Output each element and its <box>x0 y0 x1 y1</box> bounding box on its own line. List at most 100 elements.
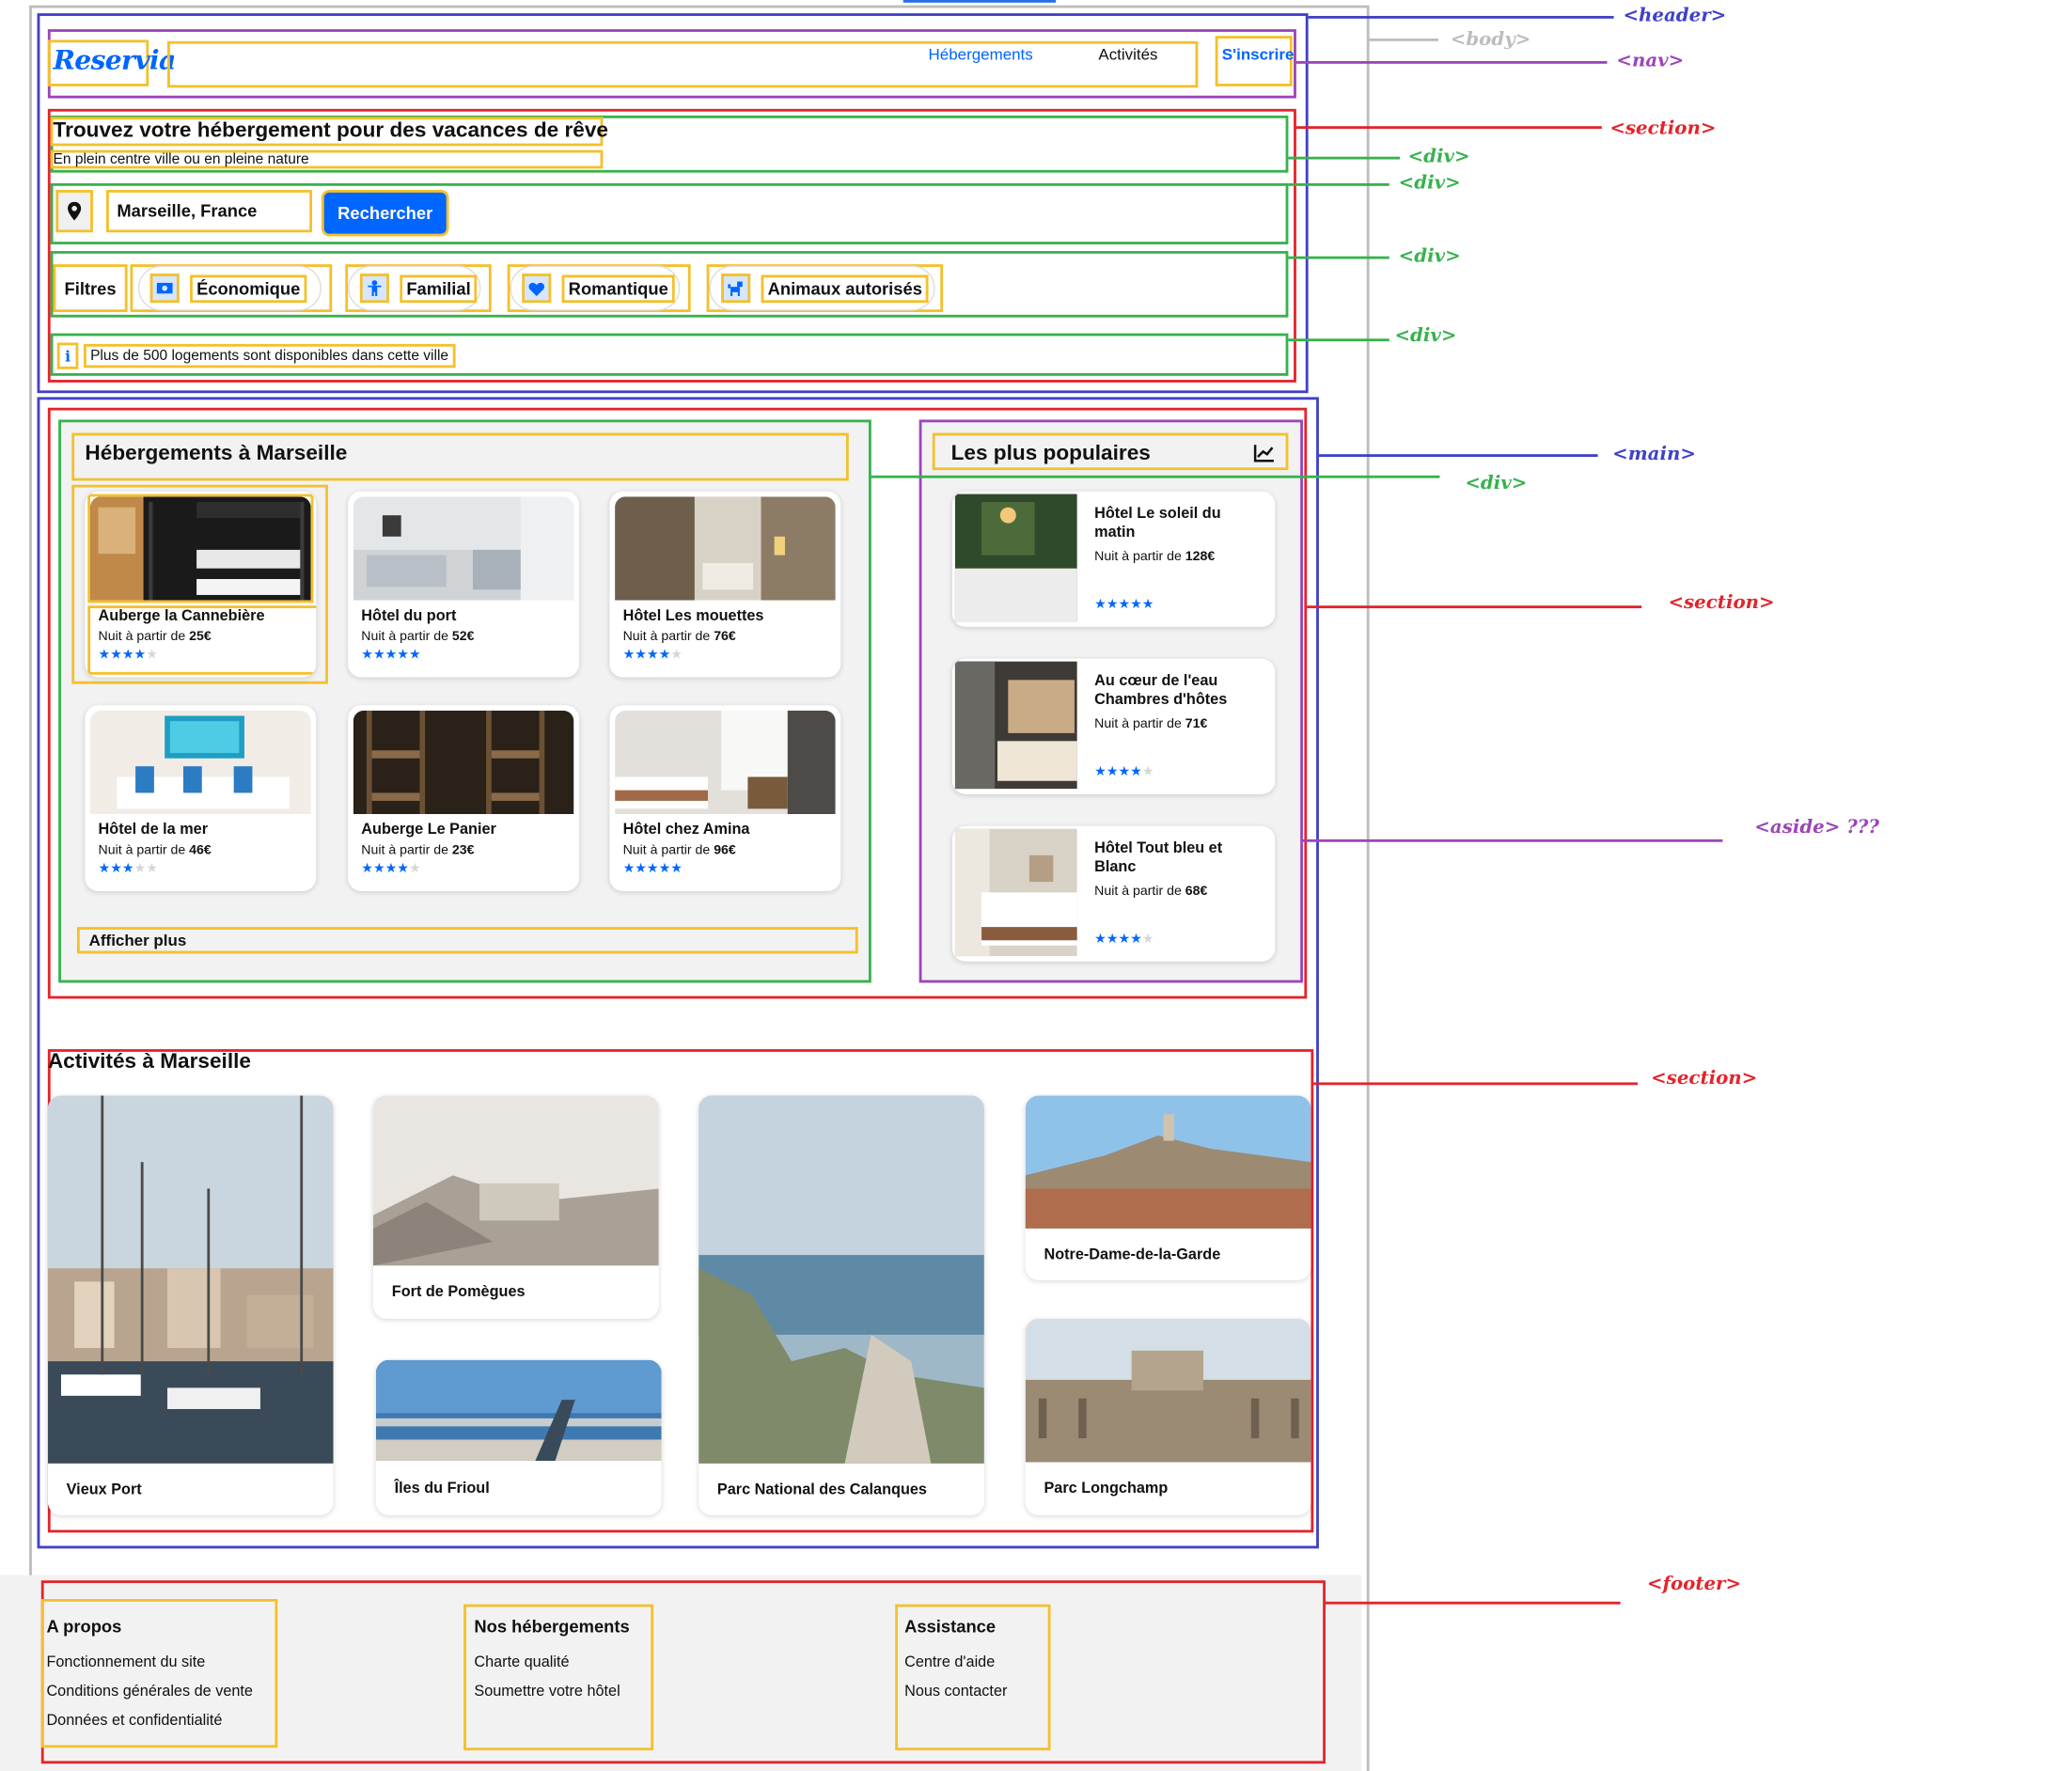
annotation-div-3: <div> <box>1398 245 1461 267</box>
leader-div-4 <box>1288 338 1389 342</box>
activity-photo-calanques <box>699 1095 984 1464</box>
card-photo-sea-room <box>90 710 311 815</box>
activity-card[interactable]: Îles du Frioul <box>375 1359 662 1516</box>
leader-main <box>1318 454 1598 458</box>
popular-rating: ★★★★★ <box>1094 765 1154 780</box>
filter-label-animaux: Animaux autorisés <box>761 274 930 303</box>
card-price: Nuit à partir de 96€ <box>622 843 736 858</box>
popular-photo-blue-white <box>954 828 1077 957</box>
popular-rating: ★★★★★ <box>1094 598 1154 613</box>
footer-link[interactable]: Données et confidentialité <box>46 1714 222 1730</box>
activity-name: Parc Longchamp <box>1044 1481 1169 1497</box>
show-more-button[interactable]: Afficher plus <box>76 927 858 954</box>
card-name: Hôtel Les mouettes <box>622 608 764 625</box>
stars-filled: ★★★ <box>98 861 134 877</box>
popular-name: Hôtel Tout bleu et Blanc <box>1094 840 1223 876</box>
dog-icon <box>721 274 751 304</box>
activity-photo-frioul <box>375 1359 662 1462</box>
stars-filled: ★★★★★ <box>1094 597 1154 613</box>
activity-card[interactable]: Notre-Dame-de-la-Garde <box>1025 1095 1311 1280</box>
card-price: Nuit à partir de 25€ <box>98 629 212 645</box>
annotation-aside: <aside> ??? <box>1754 816 1880 838</box>
accommodations-title: Hébergements à Marseille <box>85 442 348 465</box>
footer-link[interactable]: Conditions générales de vente <box>46 1684 252 1700</box>
search-button[interactable]: Rechercher <box>321 190 449 237</box>
footer-link[interactable]: Fonctionnement du site <box>46 1654 205 1670</box>
filter-label-romantique: Romantique <box>561 274 675 303</box>
top-accent-bar <box>903 0 1057 3</box>
leader-div-3 <box>1288 256 1389 259</box>
stars-filled: ★★★★ <box>361 861 409 877</box>
card-name: Hôtel chez Amina <box>622 822 750 838</box>
activity-name: Notre-Dame-de-la-Garde <box>1044 1246 1221 1263</box>
activity-photo-fort <box>372 1095 659 1266</box>
nav-link-activites[interactable]: Activités <box>1098 45 1157 64</box>
activity-card[interactable]: Parc National des Calanques <box>699 1095 984 1516</box>
leader-div-1 <box>1288 156 1401 160</box>
footer-link[interactable]: Charte qualité <box>474 1654 569 1670</box>
accommodation-card[interactable]: Auberge la Cannebière Nuit à partir de 2… <box>85 491 317 678</box>
location-input[interactable]: Marseille, France <box>106 190 313 233</box>
logo[interactable]: Reservia <box>54 44 177 76</box>
card-photo-bunks <box>353 710 574 815</box>
footer-title-assistance: Assistance <box>904 1616 997 1637</box>
activity-photo-longchamp <box>1025 1318 1311 1463</box>
card-price: Nuit à partir de 23€ <box>361 843 475 858</box>
footer-link[interactable]: Nous contacter <box>904 1684 1007 1700</box>
leader-header <box>1308 15 1614 19</box>
accommodation-card[interactable]: Hôtel chez Amina Nuit à partir de 96€ ★★… <box>609 705 841 891</box>
activity-photo-vieux-port <box>47 1095 334 1464</box>
popular-name: Hôtel Le soleil du matin <box>1094 506 1221 541</box>
popular-photo-green-room <box>954 494 1077 622</box>
popular-price: Nuit à partir de 71€ <box>1094 716 1208 732</box>
popular-card[interactable]: Hôtel Tout bleu et Blanc Nuit à partir d… <box>951 825 1276 962</box>
wireframe-document: Reservia Hébergements Activités S'inscri… <box>0 0 2072 1771</box>
card-rating: ★★★★★ <box>99 862 158 877</box>
popular-card[interactable]: Hôtel Le soleil du matin Nuit à partir d… <box>951 491 1276 627</box>
filter-chip-romantique[interactable]: Romantique <box>510 265 681 311</box>
filter-chip-economique[interactable]: Économique <box>137 265 322 311</box>
annotation-div-5: <div> <box>1465 472 1528 494</box>
leader-div-5 <box>871 475 1440 478</box>
accommodation-card[interactable]: Hôtel Les mouettes Nuit à partir de 76€ … <box>609 491 841 678</box>
activity-photo-notre-dame <box>1025 1095 1311 1229</box>
popular-price: Nuit à partir de 68€ <box>1094 884 1208 900</box>
stars-filled: ★★★★★ <box>622 861 683 877</box>
popular-card[interactable]: Au cœur de l'eau Chambres d'hôtes Nuit à… <box>951 658 1276 794</box>
card-photo-box <box>87 494 314 603</box>
annotation-div-2: <div> <box>1398 172 1461 195</box>
info-icon: i <box>56 342 79 369</box>
card-price: Nuit à partir de 76€ <box>622 629 736 645</box>
activity-card[interactable]: Vieux Port <box>47 1095 334 1516</box>
stars-empty: ★ <box>146 648 158 663</box>
filter-chip-animaux[interactable]: Animaux autorisés <box>709 265 935 311</box>
card-rating: ★★★★★ <box>623 648 683 663</box>
signup-link[interactable]: S'inscrire <box>1222 45 1295 64</box>
accommodation-card[interactable]: Hôtel de la mer Nuit à partir de 46€ ★★★… <box>85 705 317 891</box>
popular-name: Au cœur de l'eau Chambres d'hôtes <box>1094 673 1228 709</box>
leader-body <box>1369 38 1439 41</box>
activity-card[interactable]: Fort de Pomègues <box>372 1095 659 1319</box>
stars-filled: ★★★★★ <box>361 648 421 663</box>
filter-chip-familial[interactable]: Familial <box>348 265 481 311</box>
annotation-section-activities: <section> <box>1651 1067 1758 1089</box>
annotation-main: <main> <box>1612 443 1696 465</box>
stars-empty: ★ <box>408 861 421 877</box>
accommodation-card[interactable]: Hôtel du port Nuit à partir de 52€ ★★★★★ <box>348 491 579 678</box>
card-name: Auberge la Cannebière <box>98 608 265 625</box>
accommodation-card[interactable]: Auberge Le Panier Nuit à partir de 23€ ★… <box>348 705 579 891</box>
activity-name: Vieux Port <box>66 1481 142 1498</box>
activity-name: Fort de Pomègues <box>391 1284 526 1301</box>
leader-section-activities <box>1313 1082 1638 1086</box>
card-rating: ★★★★★ <box>99 648 158 663</box>
footer-link[interactable]: Soumettre votre hôtel <box>474 1684 620 1700</box>
activity-card[interactable]: Parc Longchamp <box>1025 1318 1311 1516</box>
stars-empty: ★★ <box>133 861 158 877</box>
leader-footer <box>1325 1601 1621 1605</box>
stars-filled: ★★★★ <box>1094 932 1142 948</box>
leader-aside <box>1302 838 1723 842</box>
activity-name: Îles du Frioul <box>394 1481 490 1497</box>
nav-link-hebergements[interactable]: Hébergements <box>929 45 1033 64</box>
card-photo-room <box>353 496 574 601</box>
footer-link[interactable]: Centre d'aide <box>904 1654 995 1670</box>
